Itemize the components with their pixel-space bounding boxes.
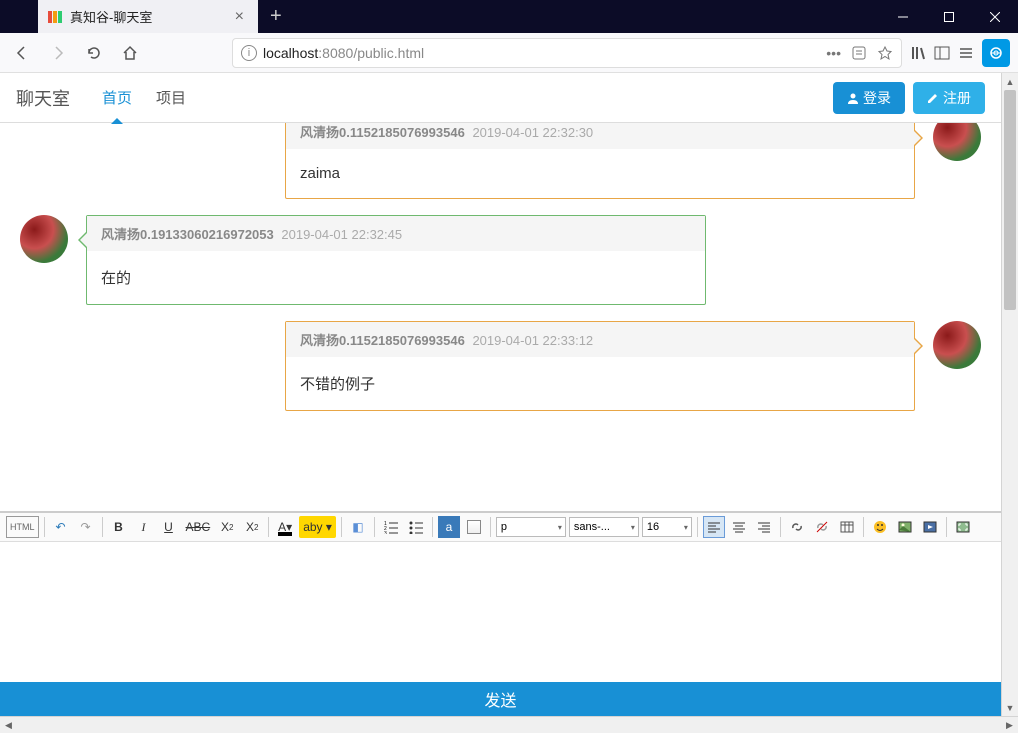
register-button[interactable]: 注册 — [913, 82, 985, 114]
font-select[interactable]: sans-... — [569, 517, 639, 537]
scroll-right-icon[interactable]: ▶ — [1001, 717, 1018, 734]
size-select[interactable]: 16 — [642, 517, 692, 537]
brand-title: 聊天室 — [16, 85, 70, 111]
library-icon[interactable] — [910, 45, 926, 61]
bold-icon[interactable]: B — [108, 516, 130, 538]
underline-icon[interactable]: U — [158, 516, 180, 538]
reader-mode-icon[interactable] — [851, 45, 867, 61]
message-body: zaima — [286, 149, 914, 198]
nav-projects[interactable]: 项目 — [144, 73, 198, 123]
eraser-icon[interactable]: ◧ — [347, 516, 369, 538]
redo-icon[interactable]: ↷ — [75, 516, 97, 538]
message-body: 不错的例子 — [286, 357, 914, 410]
scroll-thumb[interactable] — [1004, 90, 1016, 310]
emoji-icon[interactable] — [869, 516, 891, 538]
editor-toolbar: HTML ↶ ↷ B I U ABC X2 X2 A ▾ aby ▾ ◧ 123 — [0, 511, 1001, 542]
scroll-up-icon[interactable]: ▲ — [1002, 73, 1018, 90]
message-row: 风清扬0.19133060216972053 2019-04-01 22:32:… — [20, 215, 981, 305]
sidebar-icon[interactable] — [934, 45, 950, 61]
unordered-list-icon[interactable] — [405, 516, 427, 538]
subscript-icon[interactable]: X2 — [241, 516, 263, 538]
message-header: 风清扬0.1152185076993546 2019-04-01 22:32:3… — [286, 123, 914, 149]
bookmark-star-icon[interactable] — [877, 45, 893, 61]
italic-icon[interactable]: I — [133, 516, 155, 538]
message-row: 风清扬0.1152185076993546 2019-04-01 22:32:3… — [20, 123, 981, 199]
message-header: 风清扬0.1152185076993546 2019-04-01 22:33:1… — [286, 322, 914, 357]
html-source-button[interactable]: HTML — [6, 516, 39, 538]
url-text: localhost:8080/public.html — [263, 45, 424, 61]
window-close-icon[interactable] — [972, 0, 1018, 33]
browser-titlebar: 真知谷-聊天室 × + — [0, 0, 1018, 33]
superscript-icon[interactable]: X2 — [216, 516, 238, 538]
unlink-icon[interactable] — [811, 516, 833, 538]
app-navbar: 聊天室 首页 项目 登录 注册 — [0, 73, 1001, 123]
url-more-icon[interactable]: ••• — [826, 45, 841, 61]
send-button[interactable]: 发送 — [0, 682, 1001, 716]
text-color-icon[interactable]: A ▾ — [274, 516, 296, 538]
fullscreen-icon[interactable] — [952, 516, 974, 538]
app-menu-icon[interactable] — [958, 45, 974, 61]
highlight-icon[interactable]: aby ▾ — [299, 516, 336, 538]
message-header: 风清扬0.19133060216972053 2019-04-01 22:32:… — [87, 216, 705, 251]
ordered-list-icon[interactable]: 123 — [380, 516, 402, 538]
browser-tab[interactable]: 真知谷-聊天室 × — [38, 0, 258, 33]
image-icon[interactable] — [894, 516, 916, 538]
nav-reload-icon[interactable] — [80, 39, 108, 67]
avatar — [20, 215, 68, 263]
svg-text:3: 3 — [384, 531, 387, 534]
window-maximize-icon[interactable] — [926, 0, 972, 33]
tab-close-icon[interactable]: × — [231, 8, 248, 26]
strikethrough-icon[interactable]: ABC — [183, 516, 214, 538]
link-icon[interactable] — [786, 516, 808, 538]
avatar — [933, 321, 981, 369]
tab-title: 真知谷-聊天室 — [70, 7, 231, 26]
editor-content[interactable] — [0, 542, 1001, 682]
scroll-down-icon[interactable]: ▼ — [1002, 699, 1018, 716]
message-body: 在的 — [87, 251, 705, 304]
pencil-icon — [927, 92, 939, 104]
nav-home-icon[interactable] — [116, 39, 144, 67]
user-icon — [847, 92, 859, 104]
horizontal-scrollbar[interactable]: ◀ ▶ — [0, 716, 1018, 733]
avatar — [933, 123, 981, 161]
nav-back-icon[interactable] — [8, 39, 36, 67]
table-icon[interactable] — [836, 516, 858, 538]
url-input[interactable]: i localhost:8080/public.html ••• — [232, 38, 902, 68]
extension-icon[interactable] — [982, 39, 1010, 67]
site-info-icon[interactable]: i — [241, 45, 257, 61]
nav-home[interactable]: 首页 — [90, 73, 144, 123]
chat-area: 风清扬0.1152185076993546 2019-04-01 22:32:3… — [0, 123, 1001, 511]
tab-favicon-icon — [48, 9, 64, 25]
scroll-left-icon[interactable]: ◀ — [0, 717, 17, 734]
vertical-scrollbar[interactable]: ▲ ▼ — [1001, 73, 1018, 716]
align-center-icon[interactable] — [728, 516, 750, 538]
document-icon[interactable] — [463, 516, 485, 538]
format-select[interactable]: p — [496, 517, 566, 537]
window-minimize-icon[interactable] — [880, 0, 926, 33]
new-tab-icon[interactable]: + — [258, 5, 294, 28]
message-row: 风清扬0.1152185076993546 2019-04-01 22:33:1… — [20, 321, 981, 411]
nav-forward-icon[interactable] — [44, 39, 72, 67]
undo-icon[interactable]: ↶ — [50, 516, 72, 538]
align-left-icon[interactable] — [703, 516, 725, 538]
browser-urlbar: i localhost:8080/public.html ••• — [0, 33, 1018, 73]
video-icon[interactable] — [919, 516, 941, 538]
select-all-icon[interactable]: a — [438, 516, 460, 538]
align-right-icon[interactable] — [753, 516, 775, 538]
login-button[interactable]: 登录 — [833, 82, 905, 114]
